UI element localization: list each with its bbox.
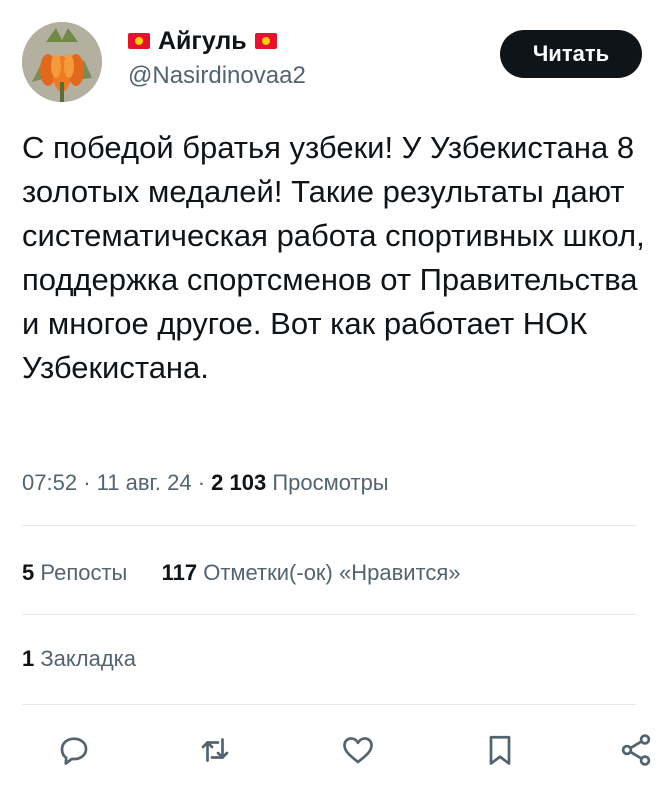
divider: [22, 704, 636, 705]
reposts-label: Репосты: [40, 560, 128, 585]
share-icon: [621, 734, 651, 766]
like-button[interactable]: [336, 728, 380, 772]
follow-button[interactable]: Читать: [500, 30, 642, 78]
bookmark-icon: [489, 735, 511, 765]
kyrgyzstan-flag-icon: [254, 33, 277, 49]
reposts-count: 5: [22, 560, 35, 585]
likes-label: Отметки(-ок) «Нравится»: [203, 560, 461, 585]
likes-count: 117: [161, 560, 198, 585]
post-meta: 07:52 · 11 авг. 24 · 2 103 Просмотры: [22, 470, 389, 496]
reposts-stat[interactable]: 5 Репосты: [22, 560, 127, 585]
meta-separator: ·: [83, 470, 91, 495]
views-count: 2 103: [211, 470, 267, 495]
bookmark-button[interactable]: [478, 728, 522, 772]
engagement-stats: 5 Репосты 117 Отметки(-ок) «Нравится»: [22, 560, 461, 586]
reply-icon: [60, 737, 88, 765]
bookmarks-stat[interactable]: 1 Закладка: [22, 646, 136, 672]
meta-separator: ·: [197, 470, 206, 495]
post-text: С победой братья узбеки! У Узбекистана 8…: [22, 130, 645, 385]
bookmarks-label: Закладка: [40, 646, 137, 671]
likes-stat[interactable]: 117 Отметки(-ок) «Нравится»: [162, 560, 461, 585]
divider: [22, 525, 636, 526]
share-button[interactable]: [614, 728, 658, 772]
like-icon: [343, 737, 373, 764]
post-date[interactable]: 11 авг. 24: [97, 470, 192, 495]
author-name[interactable]: Айгуль: [158, 27, 247, 56]
kyrgyzstan-flag-icon: [128, 33, 150, 49]
views-label: Просмотры: [272, 470, 389, 495]
bookmarks-count: 1: [22, 646, 35, 671]
flower-avatar-icon: [22, 22, 102, 102]
reply-button[interactable]: [52, 728, 96, 772]
avatar[interactable]: [22, 22, 102, 102]
author-handle[interactable]: @Nasirdinovaa2: [128, 62, 306, 90]
repost-icon: [201, 738, 229, 762]
divider: [22, 614, 636, 615]
post-time[interactable]: 07:52: [22, 470, 77, 495]
repost-button[interactable]: [193, 728, 237, 772]
author-name-row[interactable]: Айгуль: [128, 24, 277, 58]
action-bar: [0, 728, 658, 772]
